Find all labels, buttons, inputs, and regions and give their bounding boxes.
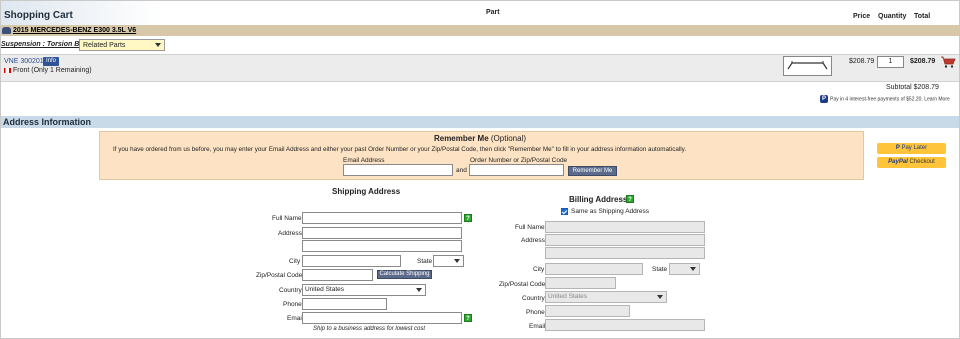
remember-me-optional: (Optional) — [490, 134, 527, 143]
ship-full-name-label: Full Name — [272, 215, 302, 222]
ship-email-label: Email — [287, 315, 304, 322]
shipping-address-title: Shipping Address — [332, 187, 401, 196]
remember-me-heading: Remember Me (Optional) — [0, 134, 960, 143]
ship-address-line2-input[interactable] — [302, 240, 462, 252]
canada-flag-icon — [4, 68, 11, 73]
bill-country-value: United States — [548, 293, 588, 300]
pay-later-label: Pay Later — [901, 145, 928, 151]
remove-cart-icon[interactable] — [940, 56, 956, 68]
chevron-down-icon — [657, 295, 663, 299]
ship-business-note: Ship to a business address for lowest co… — [313, 326, 426, 332]
bill-state-label: State — [652, 266, 668, 273]
paypal-installment-note: P Pay in 4 interest-free payments of $52.… — [820, 95, 950, 103]
remember-and-label: and — [456, 167, 467, 174]
ship-country-value: United States — [305, 286, 345, 293]
same-as-shipping-checkbox[interactable] — [561, 208, 568, 215]
bill-phone-input[interactable] — [545, 305, 630, 317]
bill-email-label: Email — [529, 323, 546, 330]
column-price: Price — [853, 13, 871, 20]
help-icon[interactable]: ? — [464, 214, 472, 222]
item-total: $208.79 — [910, 58, 936, 65]
ship-city-label: City — [289, 258, 301, 265]
related-parts-value: Related Parts — [83, 42, 126, 49]
info-button[interactable]: Info — [43, 57, 59, 66]
ship-full-name-input[interactable] — [302, 212, 462, 224]
ship-zip-input[interactable] — [302, 269, 373, 281]
part-thumbnail[interactable] — [783, 56, 832, 76]
remember-order-label: Order Number or Zip/Postal Code — [470, 157, 568, 164]
billing-address-title: Billing Address — [569, 195, 628, 204]
quantity-input[interactable]: 1 — [877, 56, 904, 68]
bill-country-label: Country — [522, 295, 545, 302]
paypal-pay-later-button[interactable]: P Pay Later — [877, 143, 946, 154]
bill-zip-label: Zip/Postal Code — [499, 281, 546, 288]
chevron-down-icon — [454, 259, 460, 263]
paypal-checkout-button[interactable]: PayPal Checkout — [877, 157, 946, 168]
address-section-bar — [1, 116, 959, 128]
subtotal: Subtotal $208.79 — [886, 84, 939, 91]
ship-phone-label: Phone — [283, 301, 302, 308]
ship-address-line1-input[interactable] — [302, 227, 462, 239]
ship-state-select[interactable] — [433, 255, 464, 267]
calculate-shipping-button[interactable]: Calculate Shipping — [377, 270, 432, 279]
paypal-logo: PayPal — [888, 159, 908, 165]
bill-state-select[interactable] — [669, 263, 700, 275]
ship-email-input[interactable] — [302, 312, 462, 324]
bill-email-input[interactable] — [545, 319, 705, 331]
bill-full-name-label: Full Name — [515, 224, 545, 231]
checkout-label: Checkout — [909, 159, 935, 165]
ship-country-label: Country — [279, 287, 302, 294]
address-section-title: Address Information — [3, 117, 92, 127]
chevron-down-icon — [690, 267, 696, 271]
paypal-note-text: Pay in 4 interest-free payments of $52.2… — [830, 96, 950, 103]
chevron-down-icon — [155, 43, 161, 47]
remember-me-title: Remember Me — [433, 134, 489, 143]
cart-title: Shopping Cart — [4, 10, 73, 21]
category-label: Suspension : Torsion Bar — [1, 41, 86, 48]
column-quantity: Quantity — [878, 13, 907, 20]
bill-address-label: Address — [521, 237, 545, 244]
same-as-shipping-label: Same as Shipping Address — [571, 208, 650, 215]
remember-me-description: If you have ordered from us before, you … — [113, 146, 687, 153]
remember-me-button[interactable]: Remember Me — [568, 166, 617, 176]
bill-city-label: City — [533, 266, 545, 273]
bill-country-select[interactable]: United States — [545, 291, 667, 303]
ship-country-select[interactable]: United States — [302, 284, 426, 296]
help-icon[interactable]: ? — [464, 314, 472, 322]
paypal-icon: P — [820, 95, 828, 103]
related-parts-select[interactable]: Related Parts — [79, 39, 165, 51]
vehicle-link[interactable]: 2015 MERCEDES-BENZ E300 3.5L V6 — [13, 27, 136, 34]
remember-order-input[interactable] — [469, 164, 564, 176]
ship-phone-input[interactable] — [302, 298, 387, 310]
ship-state-label: State — [417, 258, 433, 265]
vehicle-bar — [1, 25, 959, 36]
item-price: $208.79 — [849, 58, 875, 65]
car-icon — [2, 27, 11, 34]
bill-city-input[interactable] — [545, 263, 643, 275]
ship-city-input[interactable] — [302, 255, 401, 267]
help-icon[interactable]: ? — [626, 195, 634, 203]
ship-address-label: Address — [278, 230, 302, 237]
ship-zip-label: Zip/Postal Code — [256, 272, 303, 279]
item-position: Front (Only 1 Remaining) — [13, 67, 92, 74]
item-sku-link[interactable]: VNE 3002011 — [4, 58, 47, 65]
bill-address-line2-input[interactable] — [545, 247, 705, 259]
column-total: Total — [914, 13, 931, 20]
bill-full-name-input[interactable] — [545, 221, 705, 233]
remember-email-label: Email Address — [343, 157, 385, 164]
bill-zip-input[interactable] — [545, 277, 616, 289]
bill-phone-label: Phone — [526, 309, 545, 316]
remember-email-input[interactable] — [343, 164, 453, 176]
column-part: Part — [486, 9, 500, 16]
bill-address-line1-input[interactable] — [545, 234, 705, 246]
chevron-down-icon — [416, 288, 422, 292]
